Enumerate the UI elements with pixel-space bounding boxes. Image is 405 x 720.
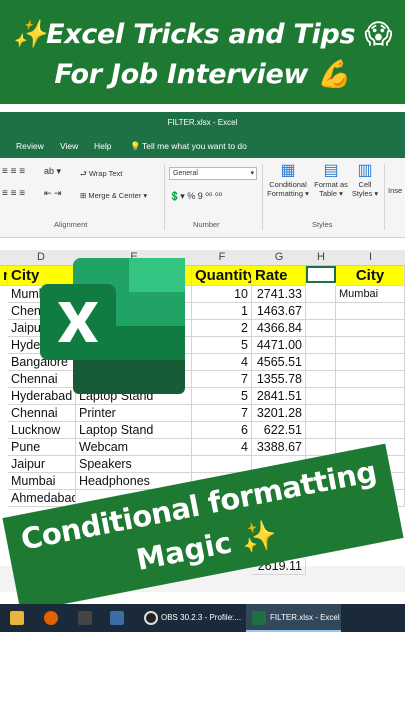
table-cell-empty[interactable]: [336, 422, 405, 439]
format-table-icon: ▤: [323, 162, 339, 179]
tab-view[interactable]: View: [60, 141, 78, 151]
table-cell-empty[interactable]: [306, 371, 336, 388]
header-cell-city-filter[interactable]: City: [336, 266, 405, 286]
table-cell-product[interactable]: Webcam: [76, 439, 192, 456]
table-cell-city[interactable]: Mumbai: [8, 473, 76, 490]
table-cell-quantity[interactable]: 5: [192, 388, 252, 405]
banner-title-line2: For Job Interview 💪: [54, 59, 351, 90]
table-cell-rate[interactable]: 4471.00: [252, 337, 306, 354]
table-cell-quantity[interactable]: 7: [192, 405, 252, 422]
number-group-label: Number: [193, 220, 220, 229]
indent-icon[interactable]: ⇤ ⇥: [44, 188, 62, 199]
merge-center-button[interactable]: ⊞ Merge & Center ▾: [80, 191, 147, 200]
app-icon[interactable]: [110, 611, 124, 625]
table-cell-empty[interactable]: [306, 286, 336, 303]
table-cell-city[interactable]: Pune: [8, 439, 76, 456]
align-icons[interactable]: ≡ ≡ ≡: [2, 166, 25, 177]
column-header-h[interactable]: H: [306, 251, 336, 263]
table-cell-rate[interactable]: 3388.67: [252, 439, 306, 456]
banner-title-line1: ✨Excel Tricks and Tips 😱: [12, 19, 393, 50]
table-cell-empty[interactable]: [306, 320, 336, 337]
column-header-i[interactable]: I: [336, 251, 405, 263]
excel-logo-icon: [40, 258, 185, 394]
table-cell-quantity[interactable]: 7: [192, 371, 252, 388]
table-cell-empty[interactable]: [336, 337, 405, 354]
table-cell-city[interactable]: Jaipur: [8, 456, 76, 473]
styles-group-label: Styles: [312, 220, 333, 229]
lightbulb-icon: 💡: [130, 141, 141, 151]
ribbon: ≡ ≡ ≡ ≡ ≡ ≡ ab ▾ ⇤ ⇥ ⮐ Wrap Text ⊞ Merge…: [0, 158, 405, 238]
table-cell-empty[interactable]: [306, 303, 336, 320]
header-cell-quantity[interactable]: Quantity: [192, 266, 252, 286]
table-cell-quantity[interactable]: 1: [192, 303, 252, 320]
filter-value-cell[interactable]: Mumbai: [336, 286, 405, 303]
table-cell-city[interactable]: Chennai: [8, 405, 76, 422]
table-cell-quantity[interactable]: 2: [192, 320, 252, 337]
table-cell-rate[interactable]: 1463.67: [252, 303, 306, 320]
format-as-table-button[interactable]: ▤ Format as Table ▾: [313, 160, 349, 198]
table-cell-empty[interactable]: [306, 337, 336, 354]
table-cell-quantity[interactable]: 5: [192, 337, 252, 354]
tab-help[interactable]: Help: [94, 141, 111, 151]
table-cell-rate[interactable]: 4366.84: [252, 320, 306, 337]
table-cell-empty[interactable]: [336, 405, 405, 422]
table-cell-city[interactable]: Lucknow: [8, 422, 76, 439]
alignment-group-label: Alignment: [54, 220, 88, 229]
column-header-f[interactable]: F: [192, 251, 252, 263]
excel-taskbar-icon: [252, 611, 266, 625]
table-cell-quantity[interactable]: 6: [192, 422, 252, 439]
window-title: FILTER.xlsx - Excel: [0, 112, 405, 134]
table-cell-empty[interactable]: [336, 354, 405, 371]
number-format-select[interactable]: General ▾: [169, 167, 257, 180]
tell-me-search[interactable]: Tell me what you want to do: [142, 141, 247, 151]
divider: [384, 164, 385, 230]
table-cell-empty[interactable]: [306, 405, 336, 422]
conditional-formatting-button[interactable]: ▦ Conditional Formatting ▾: [266, 160, 310, 198]
table-cell-rate[interactable]: 2841.51: [252, 388, 306, 405]
obs-icon[interactable]: [144, 611, 158, 625]
file-explorer-icon[interactable]: [10, 611, 24, 625]
title-banner: ✨Excel Tricks and Tips 😱 For Job Intervi…: [0, 0, 405, 104]
table-cell-rate[interactable]: 4565.51: [252, 354, 306, 371]
cell-styles-button[interactable]: ▥ Cell Styles ▾: [350, 160, 380, 198]
table-cell-quantity[interactable]: 4: [192, 354, 252, 371]
table-cell-empty[interactable]: [336, 303, 405, 320]
table-cell-product[interactable]: Speakers: [76, 456, 192, 473]
taskbar: OBS 30.2.3 - Profile:... FILTER.xlsx - E…: [0, 604, 405, 632]
column-header-g[interactable]: G: [252, 251, 306, 263]
header-cell-rate[interactable]: Rate: [252, 266, 306, 286]
table-cell-empty[interactable]: [306, 354, 336, 371]
conditional-formatting-icon: ▦: [280, 162, 296, 179]
taskbar-excel[interactable]: FILTER.xlsx - Excel: [270, 604, 340, 632]
orientation-icon[interactable]: ab ▾: [44, 166, 61, 177]
table-cell-empty[interactable]: [306, 422, 336, 439]
table-cell-rate[interactable]: 2741.33: [252, 286, 306, 303]
divider: [164, 164, 165, 230]
divider: [262, 164, 263, 230]
table-cell-empty[interactable]: [336, 371, 405, 388]
number-format-buttons[interactable]: 💲▾ % 9 ⁰⁰ ⁰⁰: [169, 191, 222, 202]
align-icons-row2[interactable]: ≡ ≡ ≡: [2, 188, 25, 199]
table-cell-rate[interactable]: 622.51: [252, 422, 306, 439]
ribbon-tabs: Review View Help 💡 Tell me what you want…: [0, 134, 405, 158]
table-cell-rate[interactable]: 3201.28: [252, 405, 306, 422]
table-cell-empty[interactable]: [336, 388, 405, 405]
table-cell-quantity[interactable]: 4: [192, 439, 252, 456]
tab-review[interactable]: Review: [16, 141, 44, 151]
table-cell-city[interactable]: Ahmedabad: [8, 490, 76, 507]
media-icon[interactable]: [78, 611, 92, 625]
insert-button[interactable]: Inse: [388, 186, 402, 195]
firefox-icon[interactable]: [44, 611, 58, 625]
cell-styles-icon: ▥: [357, 162, 373, 179]
header-cell[interactable]: n: [0, 266, 8, 286]
table-cell-empty[interactable]: [336, 320, 405, 337]
taskbar-obs[interactable]: OBS 30.2.3 - Profile:...: [161, 604, 241, 632]
table-cell-quantity[interactable]: 10: [192, 286, 252, 303]
selected-cell-h[interactable]: [306, 266, 336, 283]
table-cell-product[interactable]: Laptop Stand: [76, 422, 192, 439]
table-cell-rate[interactable]: 1355.78: [252, 371, 306, 388]
table-cell-product[interactable]: Printer: [76, 405, 192, 422]
wrap-text-button[interactable]: ⮐ Wrap Text: [80, 168, 122, 181]
table-cell-empty[interactable]: [306, 388, 336, 405]
